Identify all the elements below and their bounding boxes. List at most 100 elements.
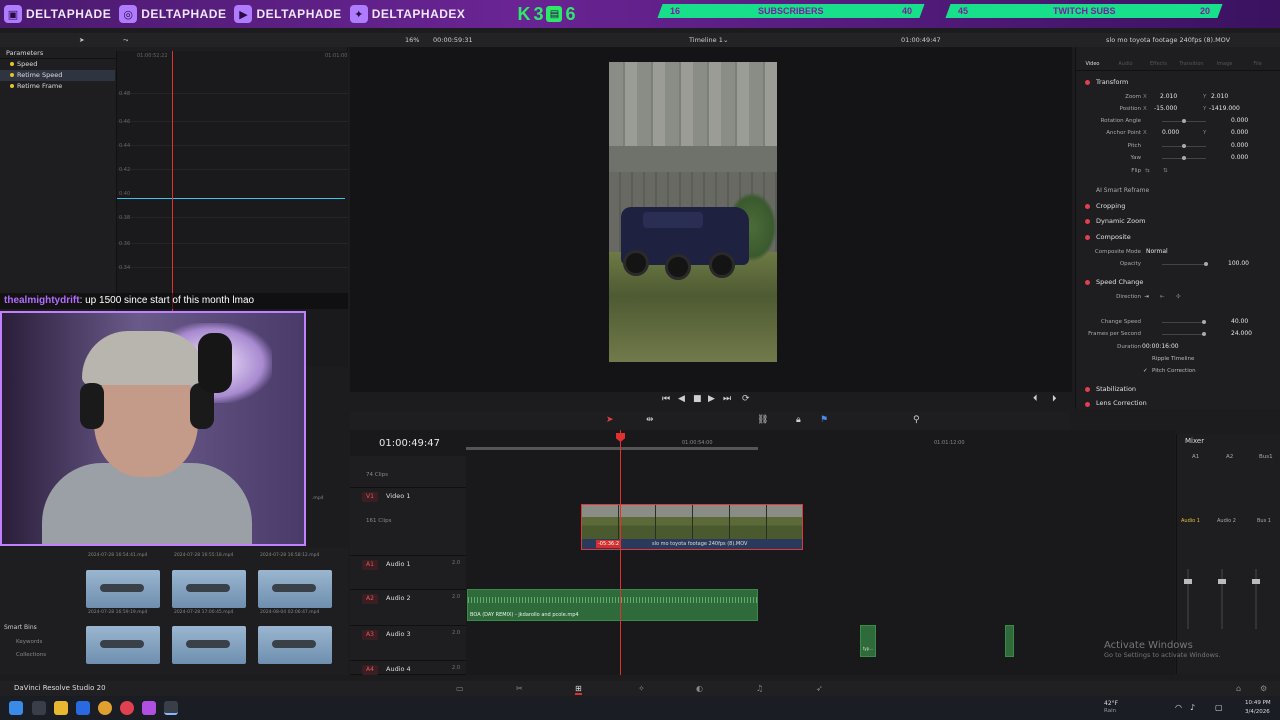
position-y-field[interactable]: -1419.000 [1209, 103, 1240, 115]
weather-temp[interactable]: 42°F [1104, 700, 1118, 707]
slider-knob[interactable] [1202, 320, 1206, 324]
timeline-ruler[interactable]: 01:00:54:00 01:01:12:00 [466, 430, 1175, 456]
slider-knob[interactable] [1204, 262, 1208, 266]
cut-page-icon[interactable]: ✂ [516, 684, 523, 693]
link-icon[interactable]: ⛓ [757, 415, 768, 425]
section-lens-correction[interactable]: Lens Correction [1076, 398, 1280, 409]
freeze-icon[interactable]: ✣ [1176, 291, 1181, 303]
chrome-icon[interactable] [98, 701, 112, 715]
media-thumbnail[interactable] [86, 570, 160, 608]
change-speed-field[interactable]: 40.00 [1231, 316, 1248, 328]
lock-icon[interactable]: 🔒︎ [796, 415, 801, 425]
stop-icon[interactable]: ■ [693, 394, 702, 404]
skip-end-icon[interactable]: ⏭ [723, 394, 731, 404]
tab-video[interactable]: Video [1076, 47, 1109, 70]
mail-icon[interactable] [76, 701, 90, 715]
notification-icon[interactable]: ▢ [1215, 703, 1223, 712]
reverse-icon[interactable]: ⇤ [1160, 291, 1165, 303]
trim-tool-icon[interactable]: ⇹ [646, 415, 654, 425]
home-icon[interactable]: ⌂ [1236, 684, 1241, 693]
loop-icon[interactable]: ⟳ [742, 394, 750, 404]
curve-tool-icon[interactable]: ⤳ [123, 33, 128, 47]
flip-vertical-icon[interactable]: ⇅ [1163, 165, 1168, 177]
video-clip[interactable]: slo mo toyota footage 240fps (8).MOV -05… [581, 504, 803, 550]
enable-dot-icon[interactable] [1085, 387, 1090, 392]
slider-knob[interactable] [1182, 144, 1186, 148]
checkmark-icon[interactable]: ✓ [1143, 365, 1148, 377]
enable-dot-icon[interactable] [1085, 280, 1090, 285]
media-page-icon[interactable]: ▭ [456, 684, 464, 693]
marker-icon[interactable]: ⚑ [820, 415, 828, 425]
param-retime-speed[interactable]: Retime Speed [0, 70, 115, 81]
timeline-playhead[interactable] [620, 430, 621, 675]
fader-knob[interactable] [1184, 579, 1192, 584]
fader-bus1[interactable] [1252, 569, 1260, 629]
wifi-icon[interactable]: ◠ [1175, 703, 1182, 712]
media-thumbnail[interactable] [258, 570, 332, 608]
audio-clip-small[interactable]: typ... [860, 625, 876, 657]
anchor-x-field[interactable]: 0.000 [1162, 127, 1179, 139]
fusion-page-icon[interactable]: ✧ [638, 684, 645, 693]
smart-bins[interactable]: Smart Bins [4, 624, 37, 631]
timeline-viewer[interactable] [350, 47, 1072, 392]
param-retime-frame[interactable]: Retime Frame [0, 81, 115, 92]
track-head-audio-2[interactable]: A2 Audio 2 2.0 [350, 590, 466, 626]
windows-start-icon[interactable] [9, 701, 23, 715]
zoom-x-field[interactable]: 2.010 [1160, 91, 1177, 103]
davinci-resolve-icon[interactable] [164, 701, 178, 715]
pointer-icon[interactable]: ➤ [79, 33, 84, 47]
play-icon[interactable]: ▶ [708, 394, 715, 404]
position-x-field[interactable]: -15.000 [1154, 103, 1177, 115]
obs-icon[interactable] [120, 701, 134, 715]
fairlight-page-icon[interactable]: ♫ [756, 684, 763, 693]
fader-a1[interactable] [1184, 569, 1192, 629]
section-composite[interactable]: Composite [1076, 231, 1280, 244]
tab-image[interactable]: Image [1208, 47, 1241, 70]
next-frame-icon[interactable]: ⏵ [1052, 394, 1057, 404]
media-thumbnail[interactable] [258, 626, 332, 664]
media-thumbnail[interactable] [172, 570, 246, 608]
timeline-selector[interactable]: Timeline 1 [689, 33, 723, 47]
zoom-dropdown[interactable]: 16% [405, 33, 419, 47]
audio-clip[interactable]: BOA (DAY REMIX) - jkdarollo and pcole.mp… [467, 589, 759, 621]
rotation-slider[interactable] [1162, 119, 1206, 123]
zoom-timeline-icon[interactable]: ⚲ [913, 415, 920, 425]
track-head-audio-3[interactable]: A3 Audio 3 2.0 [350, 626, 466, 661]
pitch-correction-checkbox[interactable]: Pitch Correction [1152, 365, 1196, 377]
track-head-v2[interactable]: 74 Clips [350, 456, 466, 488]
section-cropping[interactable]: Cropping [1076, 200, 1280, 213]
track-head-audio-1[interactable]: A1 Audio 1 2.0 [350, 556, 466, 590]
fader-knob[interactable] [1218, 579, 1226, 584]
tab-audio[interactable]: Audio [1109, 47, 1142, 70]
clock-date[interactable]: 3/4/2026 [1245, 709, 1270, 715]
slider-knob[interactable] [1202, 332, 1206, 336]
play-reverse-icon[interactable]: ◀ [678, 394, 685, 404]
deliver-page-icon[interactable]: ➶ [816, 684, 823, 693]
settings-icon[interactable]: ⚙ [1260, 684, 1267, 693]
section-stabilization[interactable]: Stabilization [1076, 383, 1280, 396]
slider-knob[interactable] [1182, 119, 1186, 123]
fader-knob[interactable] [1252, 579, 1260, 584]
search-icon[interactable] [32, 701, 46, 715]
rotation-field[interactable]: 0.000 [1231, 115, 1248, 127]
yaw-slider[interactable] [1162, 156, 1206, 160]
pitch-field[interactable]: 0.000 [1231, 140, 1248, 152]
video-frame[interactable] [609, 62, 777, 362]
speed-slider[interactable] [1162, 320, 1206, 324]
speed-curve[interactable] [117, 198, 345, 199]
anchor-y-field[interactable]: 0.000 [1231, 127, 1248, 139]
color-page-icon[interactable]: ◐ [696, 684, 703, 693]
clock-time[interactable]: 10:49 PM [1245, 700, 1271, 706]
enable-dot-icon[interactable] [1085, 402, 1090, 407]
tab-file[interactable]: File [1241, 47, 1274, 70]
track-head-audio-4[interactable]: A4 Audio 4 2.0 [350, 661, 466, 675]
chevron-down-icon[interactable]: ⌄ [723, 33, 728, 47]
fader-a2[interactable] [1218, 569, 1226, 629]
media-thumbnail[interactable] [86, 626, 160, 664]
enable-dot-icon[interactable] [1085, 219, 1090, 224]
slider-knob[interactable] [1182, 156, 1186, 160]
file-explorer-icon[interactable] [54, 701, 68, 715]
section-dynamic-zoom[interactable]: Dynamic Zoom [1076, 215, 1280, 228]
enable-dot-icon[interactable] [1085, 235, 1090, 240]
enable-dot-icon[interactable] [1085, 80, 1090, 85]
